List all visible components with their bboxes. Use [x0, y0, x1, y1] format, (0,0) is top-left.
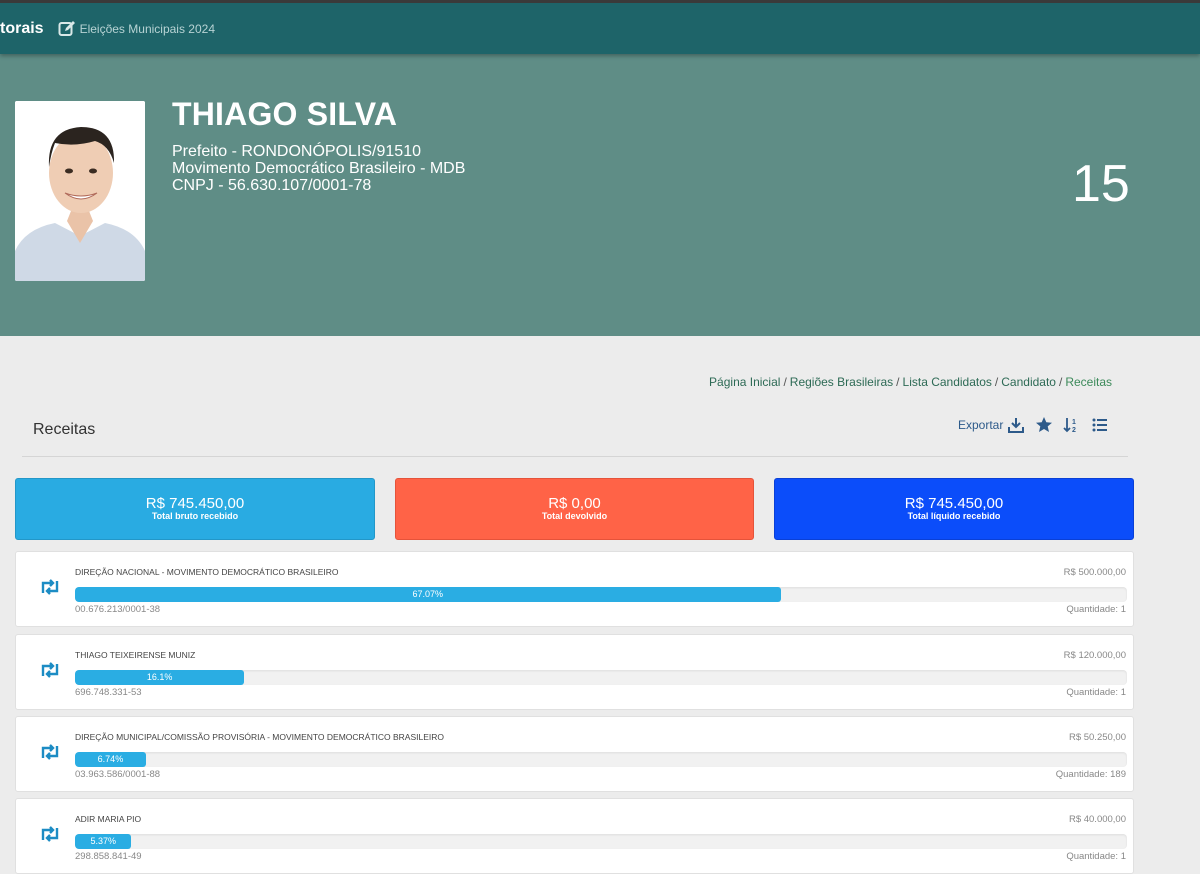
top-navbar: torais Eleições Municipais 2024 [0, 0, 1200, 54]
donor-document: 696.748.331-53 [75, 687, 142, 698]
progress-fill: 5.37% [75, 834, 132, 849]
summary-amount: R$ 745.450,00 [904, 495, 1004, 512]
breadcrumb-separator: / [896, 375, 900, 389]
candidate-name: THIAGO SILVA [172, 96, 398, 132]
receipt-quantity: Quantidade: 1 [1066, 687, 1126, 698]
receipt-quantity: Quantidade: 1 [1066, 604, 1126, 615]
receipt-card[interactable]: DIREÇÃO MUNICIPAL/COMISSÃO PROVISÓRIA - … [15, 716, 1134, 792]
progress-bar: 5.37% [75, 834, 1127, 849]
summary-label: Total líquido recebido [907, 511, 1001, 521]
breadcrumb-candidate[interactable]: Candidato [1001, 375, 1056, 389]
receipt-quantity: Quantidade: 1 [1066, 851, 1126, 862]
receipt-value: R$ 40.000,00 [1068, 814, 1126, 825]
summary-total-gross: R$ 745.450,00 Total bruto recebido [15, 478, 375, 540]
section-divider [22, 456, 1128, 457]
receipt-quantity: Quantidade: 189 [1055, 769, 1126, 780]
progress-fill: 16.1% [75, 670, 245, 685]
svg-text:1: 1 [1072, 419, 1076, 426]
receipt-card[interactable]: ADIR MARIA PIO R$ 40.000,00 5.37% 298.85… [15, 798, 1134, 874]
summary-label: Total bruto recebido [151, 511, 239, 521]
page-title: Receitas [33, 421, 96, 438]
summary-label: Total devolvido [541, 511, 608, 521]
breadcrumb-separator: / [1058, 375, 1063, 389]
donor-document: 298.858.841-49 [75, 851, 142, 862]
receipt-value: R$ 50.250,00 [1068, 732, 1126, 743]
summary-total-returned: R$ 0,00 Total devolvido [395, 478, 754, 540]
progress-fill: 6.74% [75, 752, 146, 767]
breadcrumb-home[interactable]: Página Inicial [709, 375, 780, 389]
progress-bar: 16.1% [75, 670, 1127, 685]
receipt-value: R$ 120.000,00 [1063, 650, 1126, 661]
donor-name: DIREÇÃO MUNICIPAL/COMISSÃO PROVISÓRIA - … [75, 732, 445, 742]
retweet-icon [38, 743, 62, 761]
receipt-value: R$ 500.000,00 [1063, 567, 1126, 578]
retweet-icon [38, 825, 62, 843]
candidate-office: Prefeito - RONDONÓPOLIS/91510 [172, 143, 421, 160]
donor-document: 03.963.586/0001-88 [75, 769, 161, 780]
export-button[interactable]: Exportar [958, 418, 1003, 432]
candidate-photo [15, 101, 145, 281]
app-brand[interactable]: torais [0, 20, 44, 38]
summary-amount: R$ 745.450,00 [145, 495, 245, 512]
retweet-icon [38, 661, 62, 679]
sort-numeric-icon[interactable]: 12 [1063, 416, 1081, 434]
retweet-icon [38, 578, 62, 596]
breadcrumb-separator: / [783, 375, 787, 389]
breadcrumb-candidates[interactable]: Lista Candidatos [903, 375, 992, 389]
download-icon[interactable] [1007, 416, 1025, 434]
star-icon[interactable] [1035, 416, 1053, 434]
receipt-card[interactable]: DIREÇÃO NACIONAL - MOVIMENTO DEMOCRÁTICO… [15, 551, 1134, 627]
svg-text:2: 2 [1072, 427, 1076, 434]
donor-document: 00.676.213/0001-38 [75, 604, 161, 615]
candidate-header: THIAGO SILVA Prefeito - RONDONÓPOLIS/915… [0, 54, 1200, 336]
progress-bar: 6.74% [75, 752, 1127, 767]
summary-amount: R$ 0,00 [548, 495, 601, 512]
main-content: Página Inicial / Regiões Brasileiras / Lista… [0, 336, 1200, 874]
donor-name: THIAGO TEIXEIRENSE MUNIZ [75, 650, 196, 660]
summary-total-net: R$ 745.450,00 Total líquido recebido [774, 478, 1134, 540]
candidate-number: 15 [1072, 155, 1130, 213]
donor-name: DIREÇÃO NACIONAL - MOVIMENTO DEMOCRÁTICO… [75, 567, 339, 577]
donor-name: ADIR MARIA PIO [75, 814, 142, 824]
list-icon[interactable] [1091, 416, 1109, 434]
election-title[interactable]: Eleições Municipais 2024 [80, 22, 215, 36]
candidate-cnpj: CNPJ - 56.630.107/0001-78 [172, 177, 372, 194]
breadcrumb-current: Receitas [1065, 375, 1112, 389]
breadcrumb-separator: / [994, 375, 999, 389]
breadcrumb-regions[interactable]: Regiões Brasileiras [790, 375, 893, 389]
receipt-card[interactable]: THIAGO TEIXEIRENSE MUNIZ R$ 120.000,00 1… [15, 634, 1134, 710]
candidate-party: Movimento Democrático Brasileiro - MDB [172, 160, 466, 177]
candidate-info: Prefeito - RONDONÓPOLIS/91510 Movimento … [172, 143, 465, 194]
edit-icon [58, 20, 76, 38]
breadcrumb: Página Inicial / Regiões Brasileiras / Lista… [709, 375, 1112, 389]
progress-bar: 67.07% [75, 587, 1127, 602]
progress-fill: 67.07% [75, 587, 781, 602]
toolbar: Exportar 12 [958, 416, 1109, 434]
